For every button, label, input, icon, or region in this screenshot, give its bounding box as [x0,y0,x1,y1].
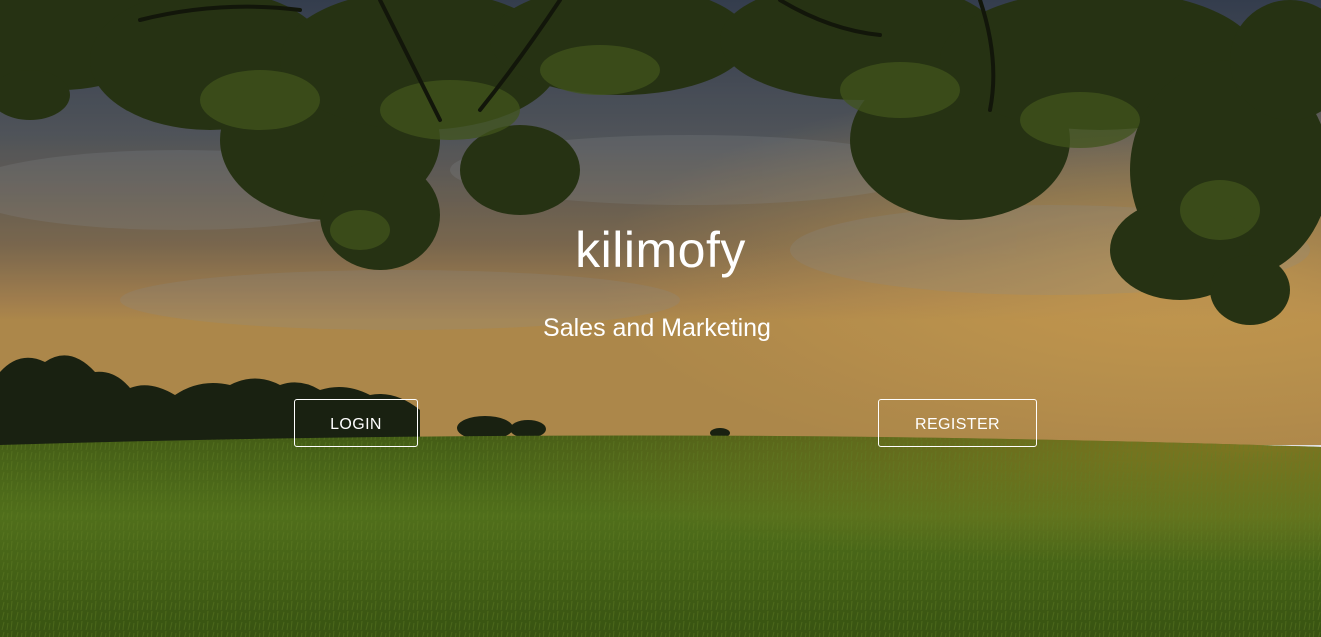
landing-hero: kilimofy Sales and Marketing LOGIN REGIS… [0,0,1321,637]
brand-title: kilimofy [575,222,746,278]
tagline: Sales and Marketing [543,314,771,342]
login-button[interactable]: LOGIN [294,399,418,447]
register-button[interactable]: REGISTER [878,399,1037,447]
